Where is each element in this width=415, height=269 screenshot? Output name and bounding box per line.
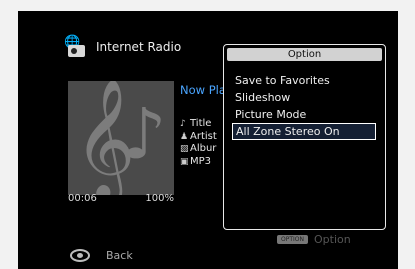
back-button[interactable]: Back [70, 249, 133, 262]
option-key-icon: OPTION [277, 235, 308, 244]
back-label: Back [106, 249, 133, 262]
audio-format: MP3 [190, 155, 212, 167]
album-row: ▨Albur [180, 143, 217, 156]
menu-item-save-to-favorites[interactable]: Save to Favorites [232, 72, 376, 89]
format-row: ▣MP3 [180, 156, 217, 169]
playback-status: 00:06 100% [68, 193, 174, 204]
header: 🌐 Internet Radio [64, 36, 181, 58]
album-art: 𝄞 ♪ [68, 81, 174, 195]
menu-item-picture-mode[interactable]: Picture Mode [232, 106, 376, 123]
track-title: Title [190, 118, 212, 129]
album-icon: ▨ [180, 144, 189, 154]
elapsed-time: 00:06 [68, 193, 97, 204]
internet-radio-icon: 🌐 [64, 36, 86, 58]
artist-row: ♟ Artist [180, 131, 217, 144]
option-hint-label: Option [314, 233, 351, 246]
option-dialog: Option Save to Favorites Slideshow Pictu… [223, 44, 386, 230]
tv-screen: 🌐 Internet Radio 𝄞 ♪ 00:06 100% Now Pla … [18, 11, 398, 269]
source-title: Internet Radio [96, 40, 182, 54]
track-title-row: ♪ Title [180, 118, 217, 131]
artist-name: Artist [190, 130, 217, 142]
music-note-icon: ♪ [180, 119, 186, 129]
option-dialog-title: Option [227, 48, 382, 61]
track-info: ♪ Title ♟ Artist ▨Albur ▣MP3 [180, 118, 217, 168]
format-icon: ▣ [180, 156, 189, 167]
buffer-percent: 100% [145, 193, 174, 204]
option-hint: OPTION Option [277, 233, 351, 246]
menu-item-all-zone-stereo-on[interactable]: All Zone Stereo On [232, 123, 376, 140]
now-playing-label: Now Pla [180, 83, 226, 97]
back-icon [70, 249, 90, 262]
menu-item-slideshow[interactable]: Slideshow [232, 89, 376, 106]
music-note-icon: ♪ [122, 93, 167, 175]
album-name: Albur [190, 143, 217, 154]
person-icon: ♟ [180, 131, 189, 142]
option-menu: Save to Favorites Slideshow Picture Mode… [232, 72, 376, 140]
